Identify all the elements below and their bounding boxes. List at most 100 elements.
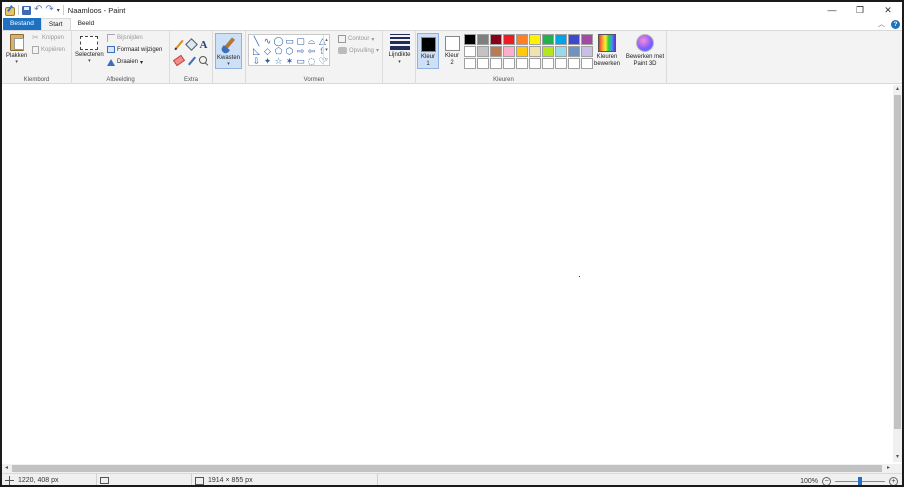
magnifier-icon[interactable] (198, 55, 209, 66)
shape-icon[interactable]: ⬠ (273, 47, 284, 57)
copy-icon (32, 46, 39, 54)
shape-icon[interactable]: ☆ (273, 57, 284, 67)
paint-app-icon[interactable] (4, 5, 15, 16)
zoom-in-button[interactable]: + (889, 476, 898, 485)
color1-button[interactable]: Kleur 1 (417, 33, 439, 69)
customize-toolbar-chevron-icon[interactable]: ▾ (57, 7, 60, 14)
scroll-right-icon[interactable]: ▸ (884, 464, 893, 473)
palette-color-swatch[interactable] (542, 58, 554, 69)
palette-color-swatch[interactable] (516, 46, 528, 57)
shape-icon[interactable]: ✦ (262, 57, 273, 67)
paste-button[interactable]: Plakken ▾ (6, 34, 27, 65)
palette-color-swatch[interactable] (503, 34, 515, 45)
shapes-scroll-icon[interactable]: ▴ ▾ ▿ (323, 35, 329, 65)
shape-icon[interactable]: ◺ (251, 47, 262, 57)
edit-colors-icon (598, 34, 616, 52)
maximize-button[interactable]: ❐ (846, 2, 874, 18)
color2-button[interactable]: Kleur 2 (441, 33, 463, 69)
chevron-down-icon: ▾ (227, 61, 230, 67)
zoom-slider[interactable] (835, 476, 885, 485)
shape-icon[interactable]: ▢ (295, 37, 306, 47)
copy-button[interactable]: Kopiëren (32, 46, 65, 54)
zoom-out-button[interactable]: − (822, 476, 831, 485)
palette-color-swatch[interactable] (464, 58, 476, 69)
redo-icon[interactable]: ↷ (45, 5, 53, 15)
outline-button[interactable]: Contour ▾ (338, 35, 374, 43)
shape-icon[interactable]: ◌ (306, 57, 317, 67)
crop-label: Bijsnijden (117, 35, 143, 41)
shape-icon[interactable]: ⌓ (306, 37, 317, 47)
paint3d-icon (636, 34, 654, 52)
shape-icon[interactable]: ✶ (284, 57, 295, 67)
size-button[interactable]: Lijndikte ▾ (385, 31, 414, 65)
tab-view[interactable]: Beeld (71, 18, 102, 30)
palette-color-swatch[interactable] (477, 58, 489, 69)
shape-icon[interactable]: ⇩ (251, 57, 262, 67)
tab-home[interactable]: Start (40, 18, 71, 30)
palette-color-swatch[interactable] (516, 34, 528, 45)
fill-bucket-icon[interactable] (186, 39, 197, 50)
shape-icon[interactable]: ◇ (262, 47, 273, 57)
palette-color-swatch[interactable] (516, 58, 528, 69)
vertical-scroll-thumb[interactable] (894, 95, 901, 429)
horizontal-scrollbar[interactable]: ◂ ▸ (2, 464, 893, 473)
resize-button[interactable]: Formaat wijzigen (107, 46, 162, 53)
color-picker-icon[interactable] (186, 55, 197, 66)
edit-colors-button[interactable]: Kleuren bewerken (592, 31, 622, 68)
palette-color-swatch[interactable] (477, 34, 489, 45)
tab-file[interactable]: Bestand (3, 18, 41, 30)
shape-icon[interactable]: ⇨ (295, 47, 306, 57)
palette-color-swatch[interactable] (529, 58, 541, 69)
palette-color-swatch[interactable] (542, 46, 554, 57)
shape-icon[interactable]: ⬡ (284, 47, 295, 57)
palette-color-swatch[interactable] (529, 34, 541, 45)
brushes-button[interactable]: Kwasten ▾ (215, 33, 242, 69)
text-tool-icon[interactable]: A (198, 39, 209, 51)
select-button[interactable]: Selecteren ▾ (75, 36, 104, 64)
rotate-button[interactable]: Draaien ▾ (107, 58, 143, 66)
palette-color-swatch[interactable] (490, 34, 502, 45)
palette-color-swatch[interactable] (555, 46, 567, 57)
palette-color-swatch[interactable] (490, 46, 502, 57)
shape-icon[interactable]: ◯ (273, 37, 284, 47)
horizontal-scroll-thumb[interactable] (12, 465, 882, 472)
vertical-scrollbar[interactable]: ▴ ▾ (893, 85, 902, 462)
collapse-ribbon-icon[interactable]: ︿ (878, 19, 885, 29)
palette-color-swatch[interactable] (464, 34, 476, 45)
cut-button[interactable]: ✂ Knippen (32, 34, 64, 42)
quick-access-toolbar: ↶ ↷ ▾ (2, 2, 64, 18)
save-icon[interactable] (22, 5, 31, 15)
shape-icon[interactable]: ⇦ (306, 47, 317, 57)
edit-with-paint3d-button[interactable]: Bewerken met Paint 3D (624, 31, 666, 68)
palette-color-swatch[interactable] (464, 46, 476, 57)
palette-color-swatch[interactable] (568, 34, 580, 45)
scroll-up-icon[interactable]: ▴ (893, 85, 902, 94)
zoom-slider-thumb[interactable] (858, 476, 862, 485)
shape-icon[interactable]: ▭ (295, 57, 306, 67)
eraser-icon[interactable] (173, 55, 184, 66)
palette-color-swatch[interactable] (568, 46, 580, 57)
close-button[interactable]: ✕ (874, 2, 902, 18)
scroll-left-icon[interactable]: ◂ (2, 464, 11, 473)
undo-icon[interactable]: ↶ (34, 5, 42, 15)
minimize-button[interactable]: — (818, 2, 846, 18)
palette-color-swatch[interactable] (555, 34, 567, 45)
palette-color-swatch[interactable] (503, 58, 515, 69)
drawing-canvas[interactable] (4, 85, 892, 462)
palette-color-swatch[interactable] (529, 46, 541, 57)
palette-color-swatch[interactable] (490, 58, 502, 69)
help-icon[interactable]: ? (891, 19, 900, 29)
shape-icon[interactable]: ▭ (284, 37, 295, 47)
palette-color-swatch[interactable] (542, 34, 554, 45)
pencil-icon[interactable] (173, 39, 184, 50)
palette-color-swatch[interactable] (555, 58, 567, 69)
fill-button[interactable]: Opvulling ▾ (338, 47, 379, 54)
chevron-down-icon: ▾ (376, 48, 380, 54)
shape-icon[interactable]: ∿ (262, 37, 273, 47)
crop-button[interactable]: Bijsnijden (107, 34, 143, 42)
palette-color-swatch[interactable] (503, 46, 515, 57)
shape-icon[interactable]: ╲ (251, 37, 262, 47)
palette-color-swatch[interactable] (568, 58, 580, 69)
palette-color-swatch[interactable] (477, 46, 489, 57)
scroll-down-icon[interactable]: ▾ (893, 453, 902, 462)
